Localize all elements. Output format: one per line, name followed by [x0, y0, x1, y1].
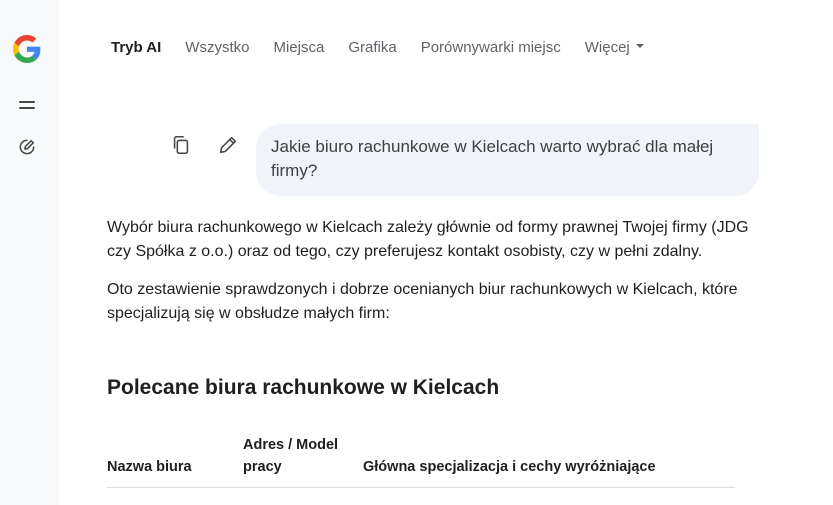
tab-place-comparisons[interactable]: Porównywarki miejsc — [421, 39, 561, 56]
table-header-cell: Nazwa biura — [107, 459, 192, 475]
user-query-bubble: Jakie biuro rachunkowe w Kielcach warto … — [256, 124, 759, 196]
tab-more-label: Więcej — [584, 39, 630, 56]
google-g-icon[interactable] — [13, 35, 41, 63]
edit-icon[interactable] — [17, 137, 37, 157]
search-tabs: Tryb AI Wszystko Miejsca Grafika Porówny… — [111, 39, 668, 56]
copy-icon[interactable] — [170, 134, 192, 156]
answer-paragraph: Oto zestawienie sprawdzonych i dobrze oc… — [107, 281, 738, 322]
tab-all[interactable]: Wszystko — [185, 39, 249, 56]
pencil-icon[interactable] — [217, 134, 239, 156]
tab-ai-mode[interactable]: Tryb AI — [111, 39, 161, 56]
answer-heading: Polecane biura rachunkowe w Kielcach — [107, 376, 500, 399]
answer-paragraph: Wybór biura rachunkowego w Kielcach zale… — [107, 219, 749, 260]
tab-places[interactable]: Miejsca — [273, 39, 324, 56]
tab-images[interactable]: Grafika — [348, 39, 396, 56]
table-header-cell: Adres / Model pracy — [243, 437, 339, 475]
menu-icon[interactable] — [19, 101, 35, 111]
side-rail — [0, 0, 59, 505]
chevron-down-icon — [635, 44, 644, 49]
tab-more[interactable]: Więcej — [585, 39, 644, 56]
ai-answer: Wybór biura rachunkowego w Kielcach zale… — [107, 216, 753, 399]
user-query-text: Jakie biuro rachunkowe w Kielcach warto … — [271, 137, 714, 180]
table-header-cell: Główna specjalizacja i cechy wyróżniając… — [363, 459, 656, 475]
query-actions — [170, 134, 264, 156]
table-header-row: Nazwa biura Adres / Model pracy Główna s… — [107, 434, 735, 488]
